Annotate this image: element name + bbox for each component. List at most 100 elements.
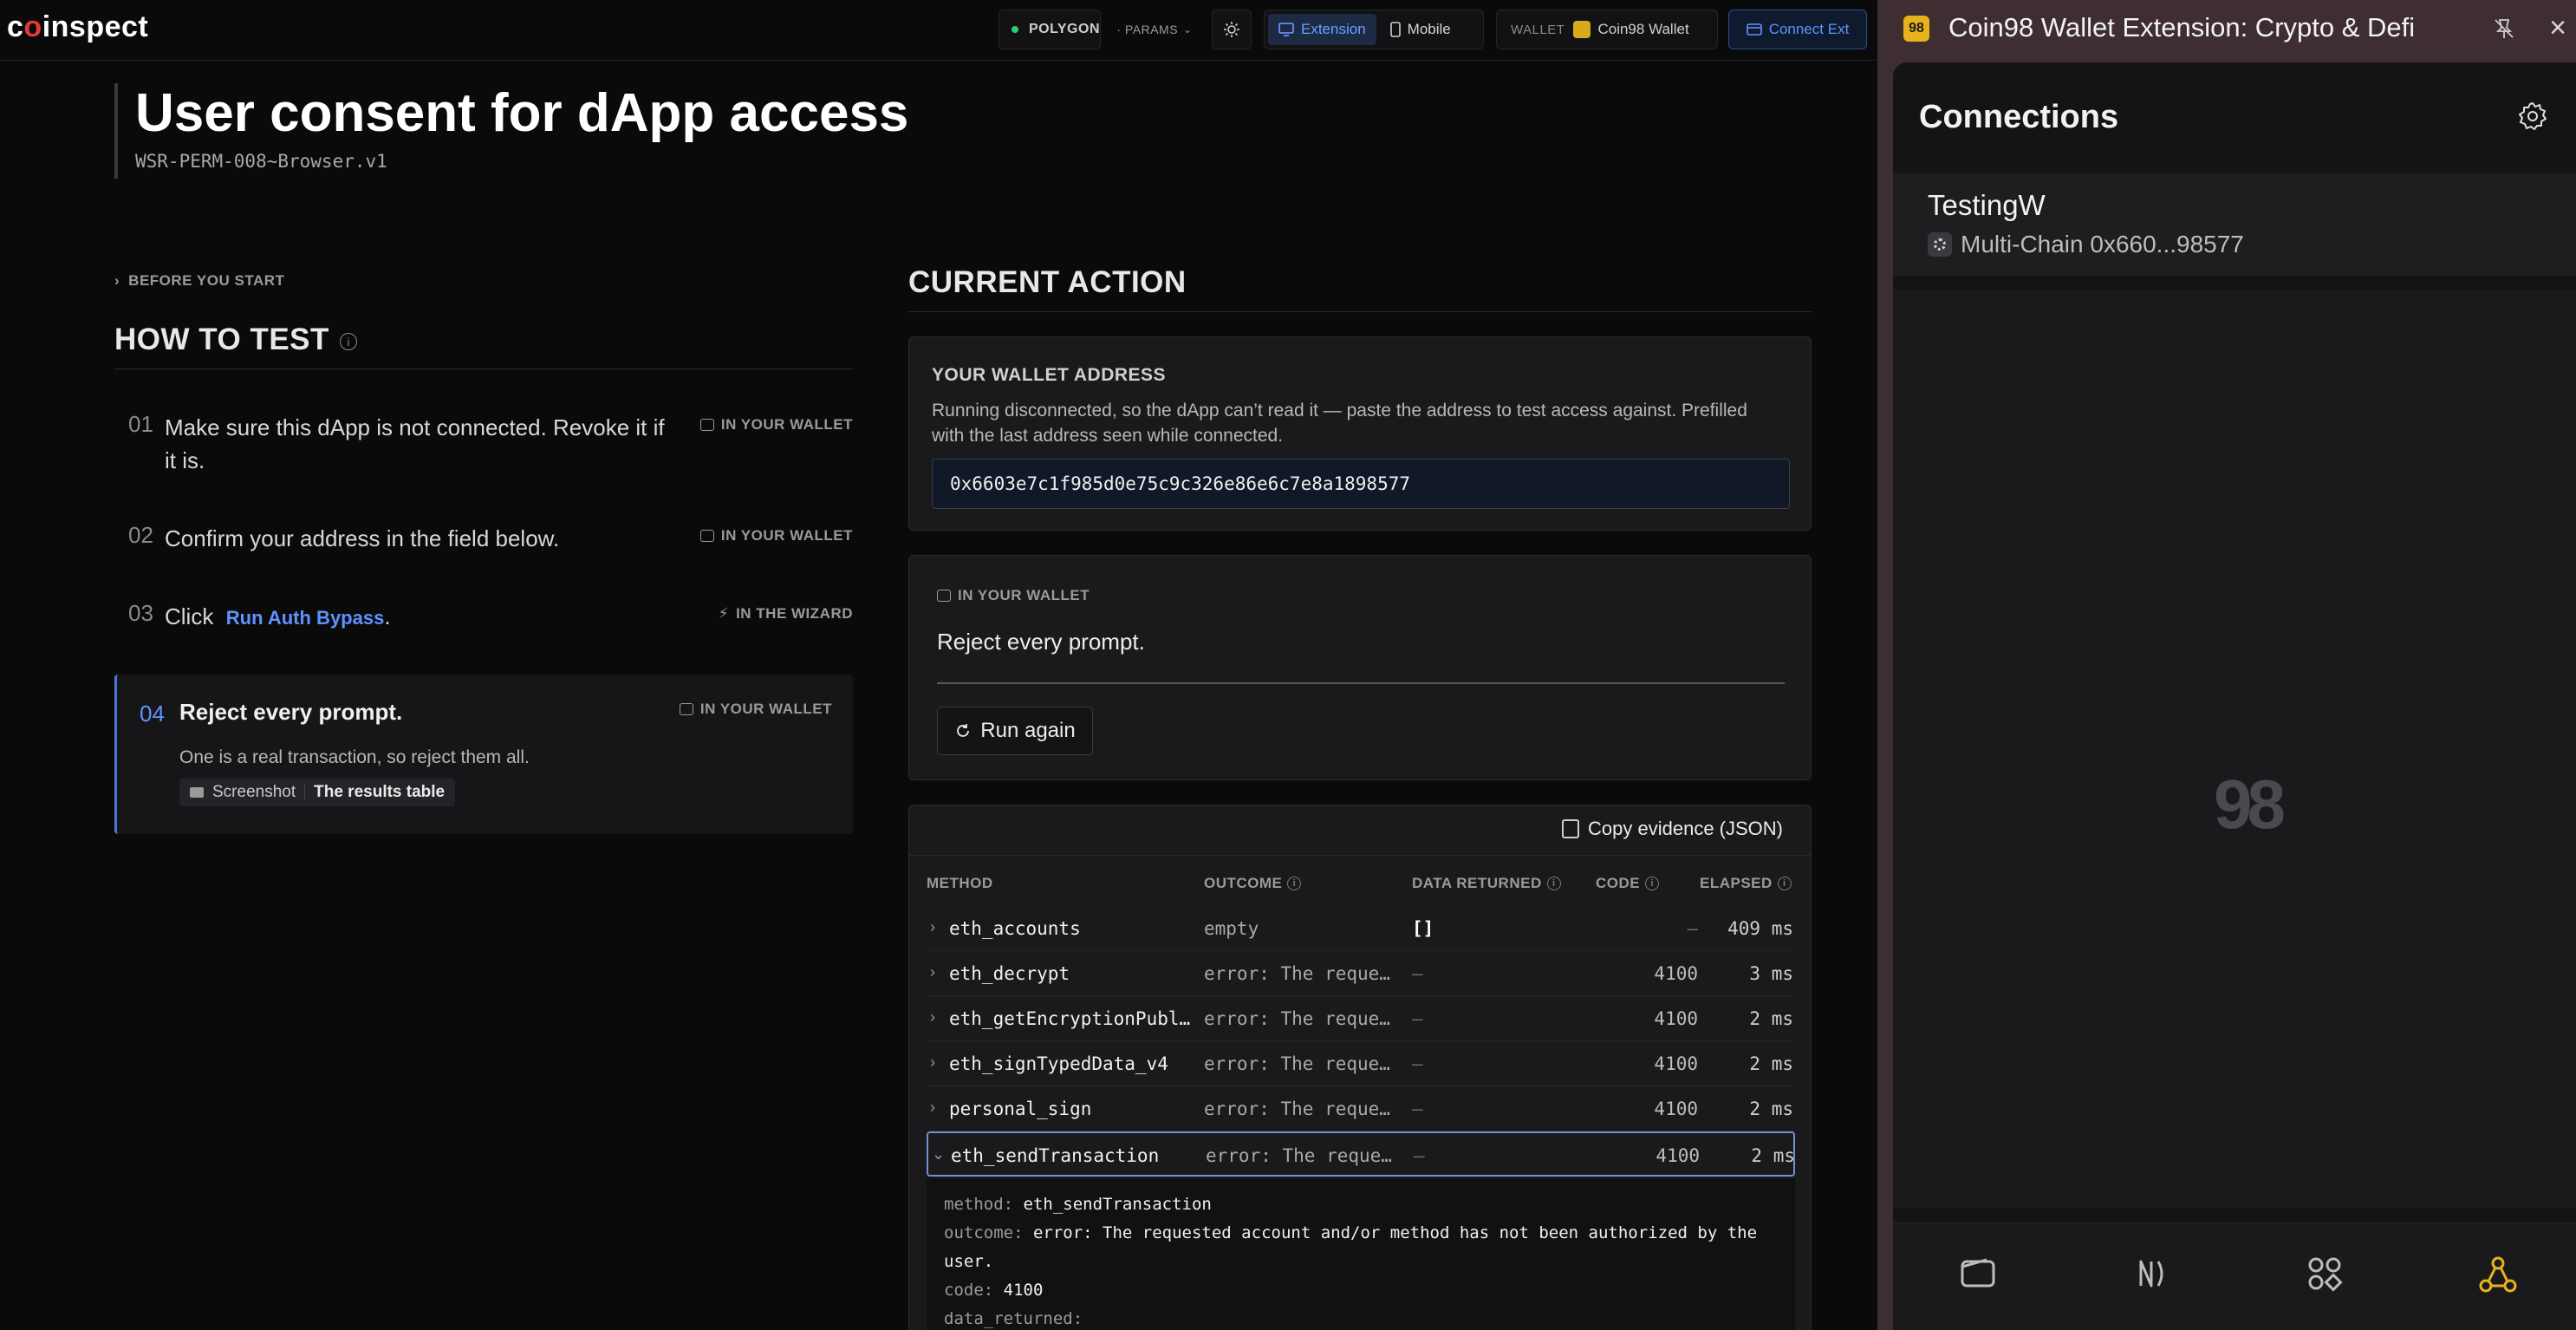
info-icon[interactable]: i [1287,877,1302,890]
camera-icon [190,787,204,798]
info-icon[interactable]: i [1546,877,1561,890]
col-code: CODE i [1596,875,1660,892]
wallet-address-card: YOUR WALLET ADDRESS Running disconnected… [908,336,1812,531]
close-icon[interactable]: × [2545,12,2571,43]
wallet-selector[interactable]: WALLET Coin98 Wallet [1496,10,1718,49]
detail-outcome: outcome: error: The requested account an… [944,1219,1778,1276]
dapp-wizard: coinspect POLYGON · PARAMS ⌄ Extension M… [0,0,1877,1330]
phone-icon [1389,22,1401,37]
row-detail: method: eth_sendTransaction outcome: err… [927,1178,1795,1330]
chevron-right-icon: › [930,963,935,981]
run-again-button[interactable]: Run again [937,707,1093,755]
info-icon[interactable]: i [1777,877,1792,890]
col-outcome: OUTCOME i [1204,875,1302,892]
wallet-nav-icon[interactable] [1952,1248,2004,1300]
extension-body: Connections TestingW Multi-Chain 0x660..… [1893,62,2576,1330]
extension-titlebar: 98 Coin98 Wallet Extension: Crypto & Def… [1877,0,2576,57]
copy-evidence-button[interactable]: Copy evidence (JSON) [1562,818,1783,840]
run-auth-bypass-link[interactable]: Run Auth Bypass [226,607,385,629]
step-number: 04 [140,701,165,727]
table-row-selected[interactable]: ⌄ eth_sendTransaction error: The reques…… [927,1131,1795,1177]
connections-content: 98 [1893,290,2576,1209]
wallet-address-input[interactable] [932,459,1790,509]
cell-method: personal_sign [949,1099,1092,1119]
table-row[interactable]: › eth_accounts empty [] — 409 ms [927,906,1795,951]
step-text-post: . [384,603,391,629]
table-row[interactable]: › personal_sign error: The reques… — 410… [927,1086,1795,1131]
apps-nav-icon[interactable] [2299,1248,2351,1300]
screenshot-target: The results table [314,783,446,801]
detail-code: code: 4100 [944,1276,1778,1305]
cell-code: 4100 [1656,1145,1700,1166]
params-label: · PARAMS [1116,23,1179,36]
chevron-right-icon: › [114,272,120,289]
gear-icon[interactable] [2517,101,2548,132]
unpin-icon[interactable] [2491,16,2517,42]
divider [937,682,1785,684]
before-you-start-toggle[interactable]: › BEFORE YOU START [114,272,284,290]
info-icon[interactable]: i [339,333,357,350]
step-location-label: IN YOUR WALLET [720,416,853,433]
theme-toggle-button[interactable] [1212,10,1252,49]
connections-nav-icon[interactable] [2472,1248,2524,1300]
divider [304,785,306,800]
col-method-label: METHOD [927,875,993,891]
table-row[interactable]: › eth_signTypedData_v4 error: The reques… [927,1041,1795,1086]
mode-mobile-label: Mobile [1407,21,1451,37]
bolt-icon: ⚡ [718,605,730,622]
cell-data: — [1412,1053,1423,1074]
col-code-label: CODE [1596,875,1641,891]
connection-name: TestingW [1928,189,2046,221]
screenshot-hint: Screenshot The results table [179,779,456,806]
connect-ext-button[interactable]: Connect Ext [1728,10,1867,49]
network-selector[interactable]: POLYGON [999,10,1101,49]
cell-code: 4100 [1654,1008,1698,1029]
step-number: 03 [128,600,153,626]
connection-account: Multi-Chain 0x660...98577 [1928,231,2244,258]
cell-code: 4100 [1654,1099,1698,1119]
results-table: Copy evidence (JSON) METHOD OUTCOME i DAT… [908,805,1812,1330]
coinspect-logo[interactable]: coinspect [7,10,148,44]
info-icon[interactable]: i [1645,877,1660,890]
step-text: Reject every prompt. [179,699,403,725]
chevron-right-icon: › [930,1099,935,1116]
chevron-right-icon: › [930,1053,935,1071]
step-location: ⚡ IN THE WIZARD [719,605,853,623]
exchange-nav-icon[interactable] [2125,1248,2177,1300]
chevron-down-icon: ⌄ [1183,23,1193,36]
page-header: User consent for dApp access WSR-PERM-00… [114,83,908,179]
cell-outcome: error: The reques… [1204,1053,1400,1074]
detail-value: error: The requested account and/or meth… [944,1223,1758,1271]
cell-data: — [1412,1099,1423,1119]
cell-elapsed: 2 ms [1751,1145,1795,1166]
mode-extension-tab[interactable]: Extension [1268,14,1376,45]
table-row[interactable]: › eth_getEncryptionPubl… error: The requ… [927,996,1795,1041]
action-location: IN YOUR WALLET [937,587,1090,604]
sun-icon [1224,22,1239,37]
chevron-right-icon: › [930,918,935,936]
step-subtext: One is a real transaction, so reject the… [179,747,530,767]
cell-code: 4100 [1654,1053,1698,1074]
cell-method: eth_decrypt [949,963,1070,984]
multichain-icon [1928,232,1952,257]
table-row[interactable]: › eth_decrypt error: The reques… — 4100 … [927,951,1795,996]
run-again-label: Run again [980,719,1076,742]
mode-mobile-tab[interactable]: Mobile [1380,14,1461,45]
coin98-logo-icon: 98 [1903,16,1929,42]
wallet-icon [699,530,714,542]
cell-data: — [1412,963,1423,984]
wallet-address-heading: YOUR WALLET ADDRESS [932,365,1167,385]
wallet-icon [1746,23,1762,36]
col-data-label: DATA RETURNED [1412,875,1542,891]
detail-key: outcome: [944,1223,1024,1242]
connection-item[interactable]: TestingW Multi-Chain 0x660...98577 [1893,173,2576,276]
coin98-icon [1573,21,1591,38]
detail-key: method: [944,1195,1014,1214]
params-dropdown[interactable]: · PARAMS ⌄ [1109,10,1200,49]
cell-outcome: empty [1204,918,1259,939]
how-to-test-header: HOW TO TEST i [114,323,853,369]
screenshot-label: Screenshot [212,783,296,801]
wallet-address-description: Running disconnected, so the dApp can’t … [932,401,1747,446]
step-1: 01 Make sure this dApp is not connected.… [114,411,853,480]
cell-code: — [1687,918,1698,939]
